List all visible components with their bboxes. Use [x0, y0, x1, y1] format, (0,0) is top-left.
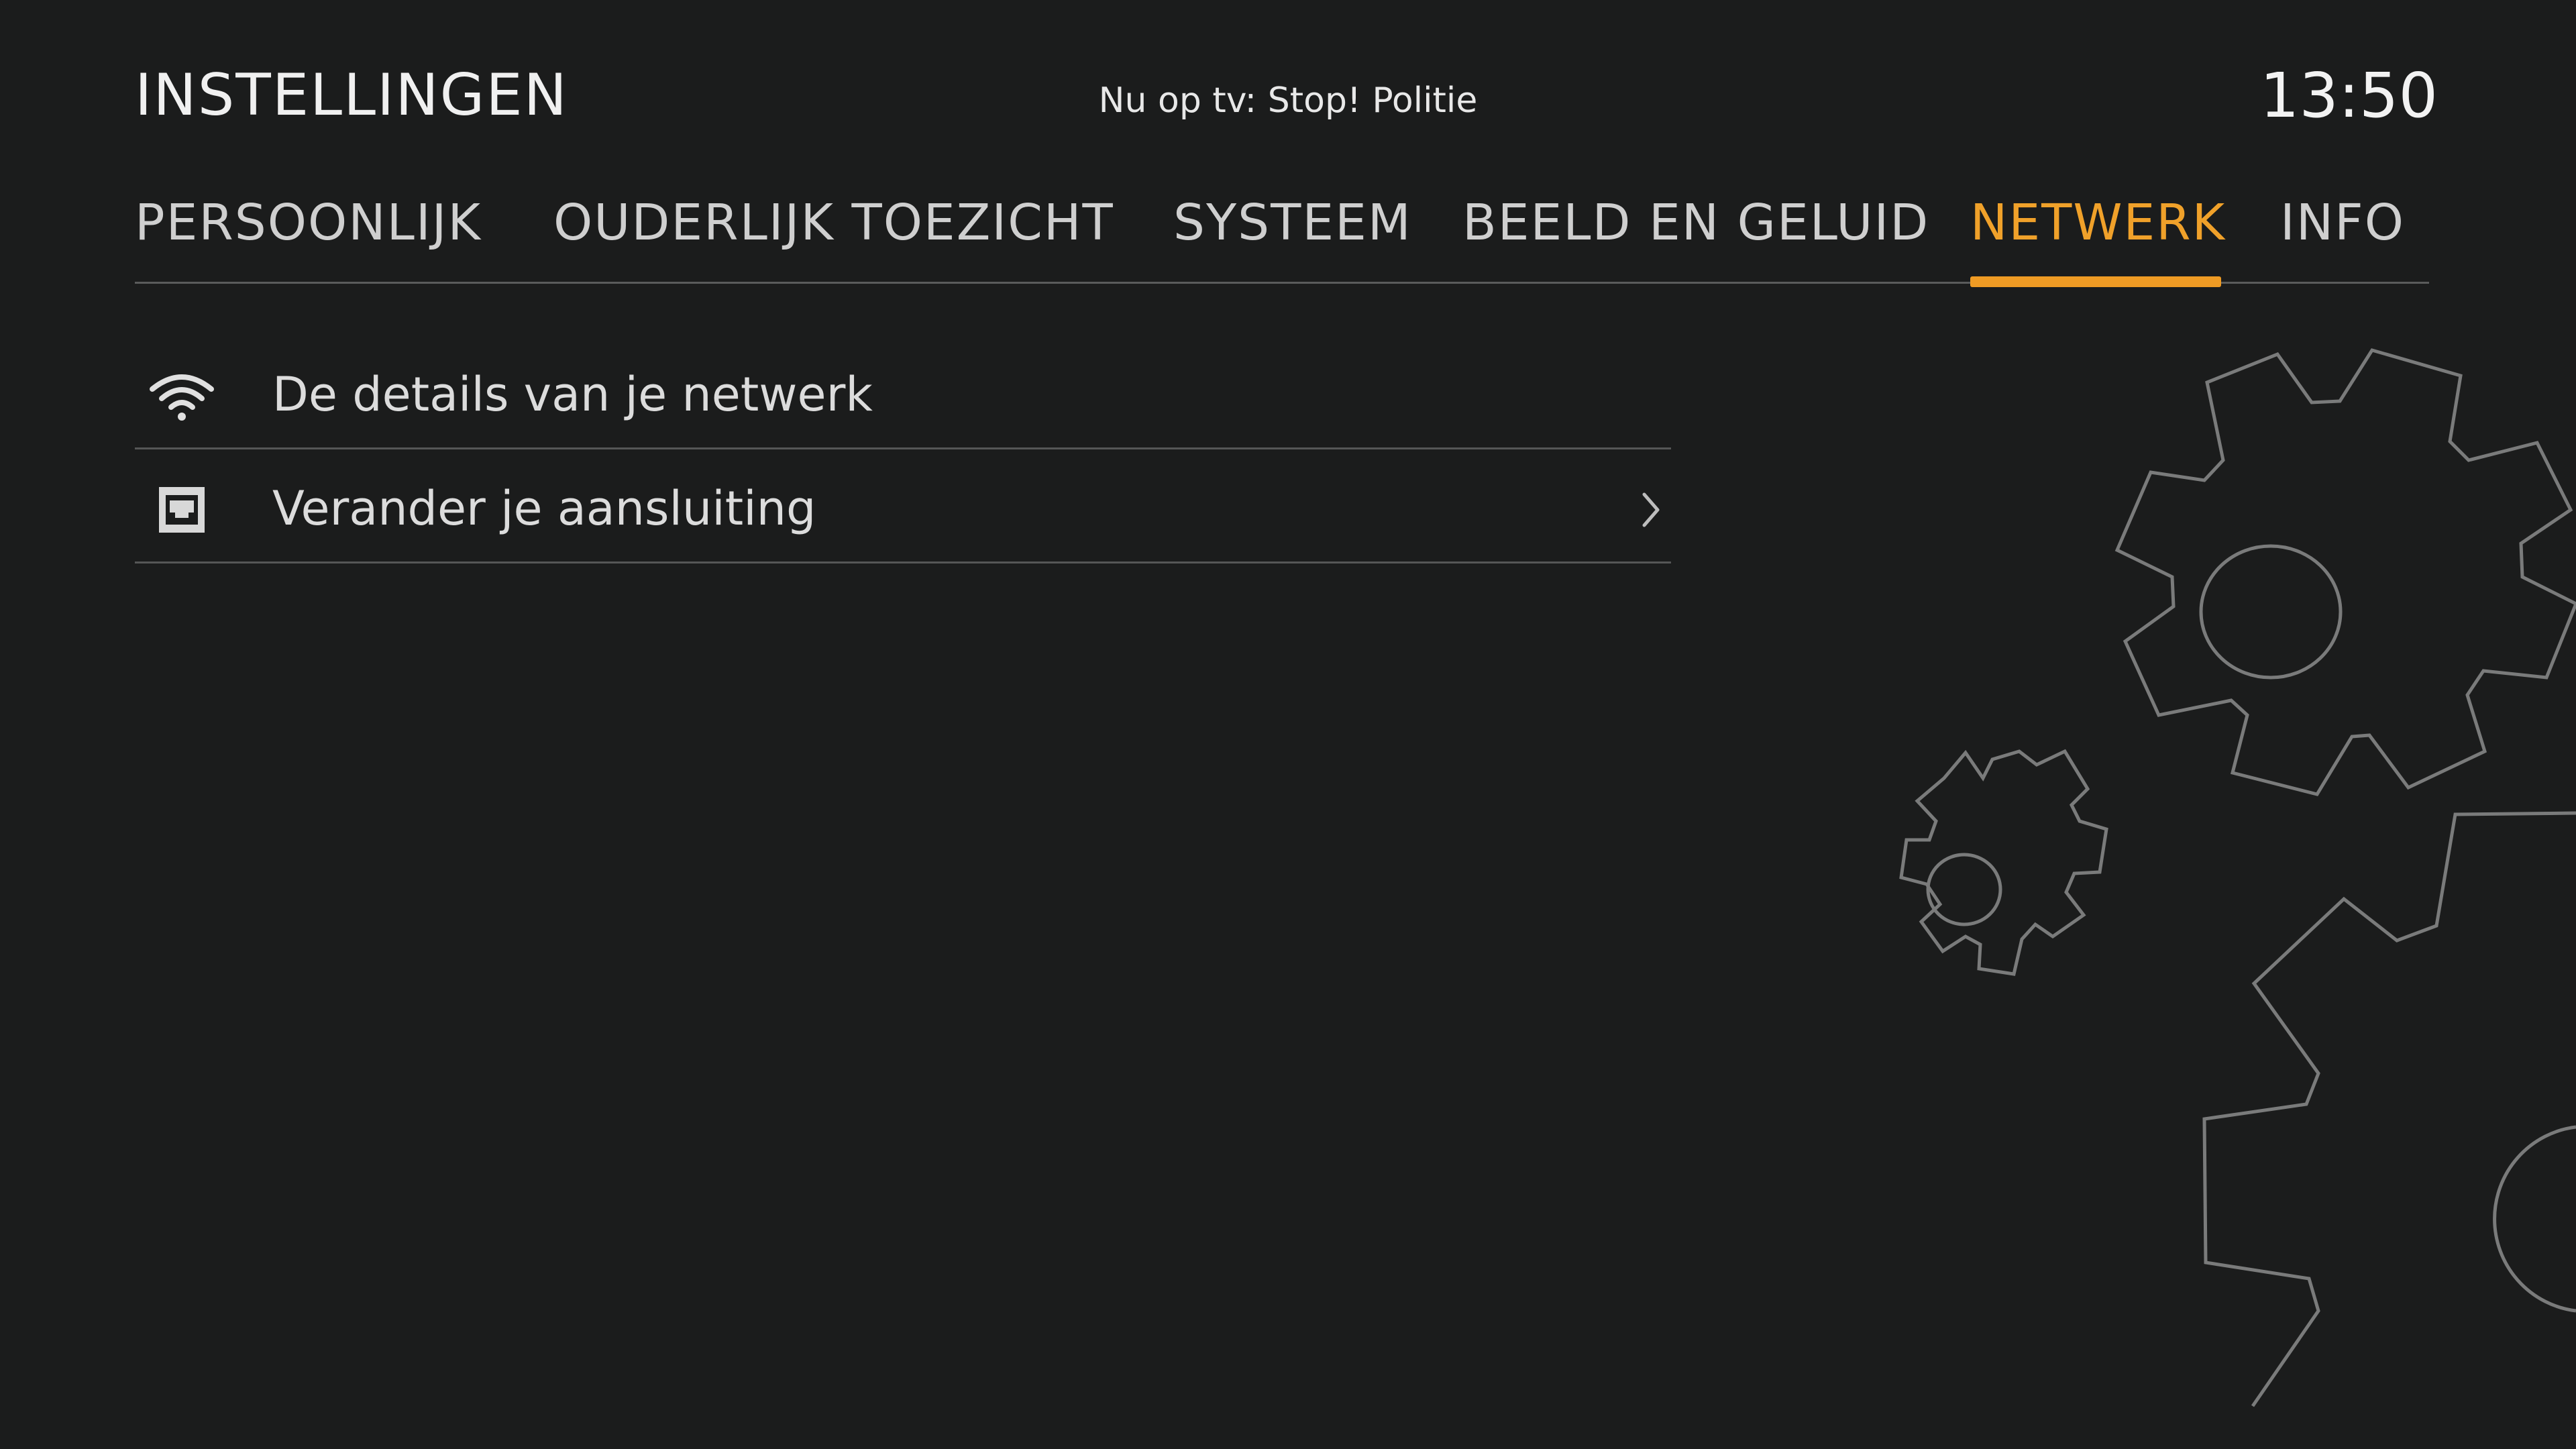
- wifi-icon: [150, 374, 214, 421]
- tab-beeld-en-geluid[interactable]: BEELD EN GELUID: [1462, 189, 1929, 256]
- partial-gear: [2202, 811, 2576, 1407]
- page-title: INSTELLINGEN: [135, 62, 568, 129]
- menu-item-label: De details van je netwerk: [272, 367, 873, 422]
- tab-info[interactable]: INFO: [2280, 189, 2405, 256]
- gears-decoration: [1899, 348, 2576, 1407]
- tab-ouderlijk-toezicht[interactable]: OUDERLIJK TOEZICHT: [553, 189, 1114, 256]
- chevron-right-icon: [1642, 492, 1660, 527]
- small-gear: [1899, 749, 2108, 976]
- settings-screen: INSTELLINGEN Nu op tv: Stop! Politie 13:…: [0, 0, 2576, 1449]
- now-playing-text: Nu op tv: Stop! Politie: [1098, 80, 1478, 121]
- tab-persoonlijk[interactable]: PERSOONLIJK: [135, 189, 482, 256]
- menu-item-change-connection[interactable]: Verander je aansluiting: [135, 449, 1671, 564]
- active-tab-indicator: [1970, 276, 2221, 287]
- network-menu: De details van je netwerk Verander je aa…: [135, 335, 1671, 564]
- tab-systeem[interactable]: SYSTEEM: [1173, 189, 1412, 256]
- large-gear: [2114, 348, 2576, 796]
- tab-netwerk[interactable]: NETWERK: [1970, 189, 2226, 256]
- clock: 13:50: [2259, 60, 2438, 131]
- menu-item-network-details[interactable]: De details van je netwerk: [135, 335, 1671, 449]
- tab-bar: PERSOONLIJK OUDERLIJK TOEZICHT SYSTEEM B…: [135, 189, 2429, 287]
- menu-item-label: Verander je aansluiting: [272, 481, 816, 536]
- ethernet-port-icon: [159, 487, 205, 533]
